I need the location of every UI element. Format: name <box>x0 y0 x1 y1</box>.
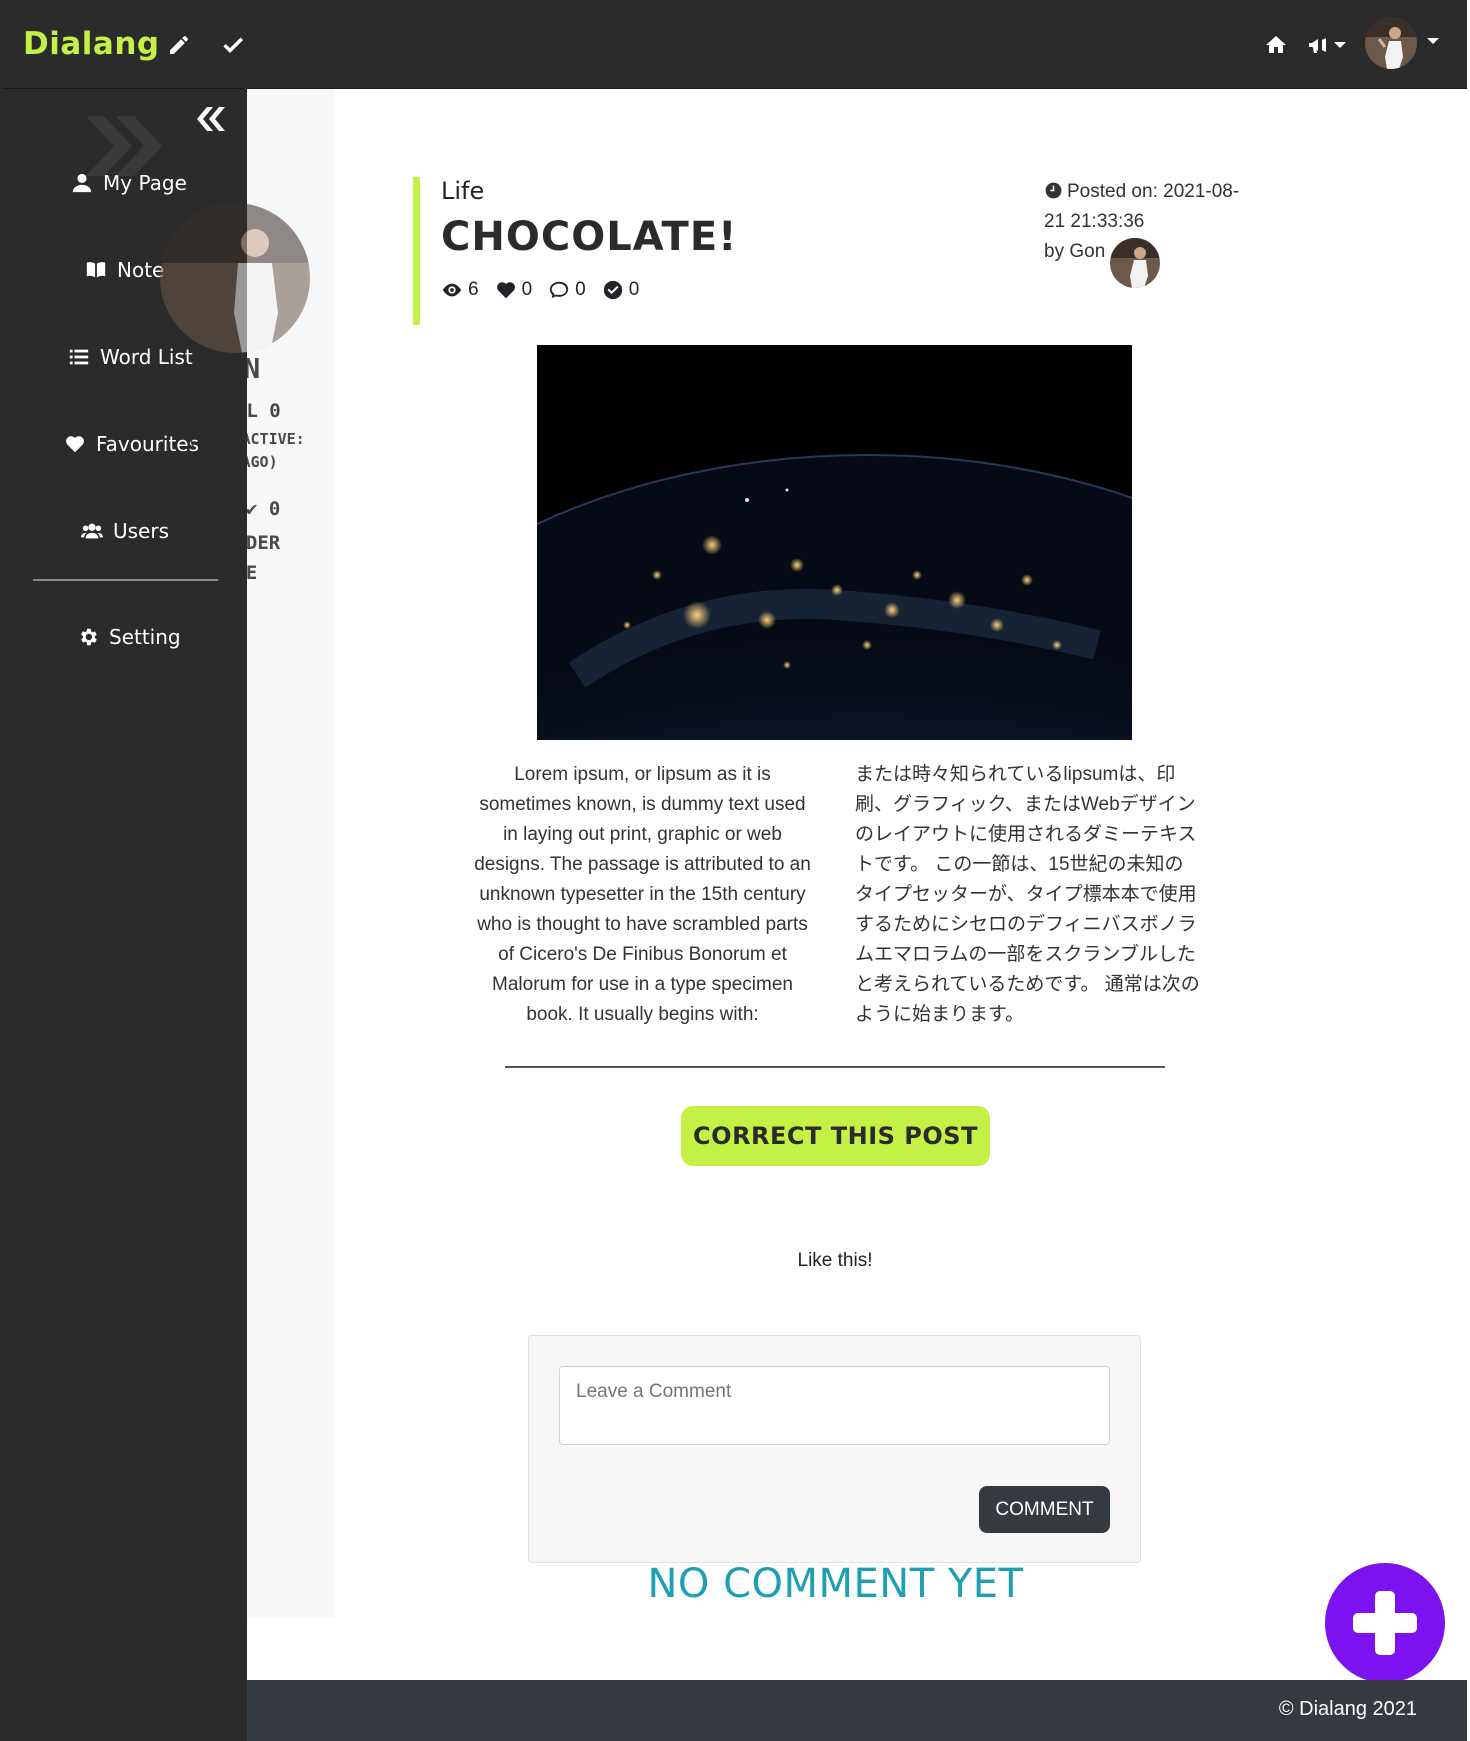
sidebar-item-favourites[interactable]: Favourites <box>64 432 199 456</box>
list-icon <box>69 349 89 365</box>
comment-input[interactable] <box>559 1366 1110 1445</box>
footer-copyright: © Dialang 2021 <box>1278 1698 1417 1720</box>
profile-correction-count: ✔ 0 <box>246 498 281 520</box>
comment-icon <box>549 281 569 299</box>
comment-button[interactable]: COMMENT <box>979 1486 1110 1533</box>
add-post-button[interactable] <box>1325 1563 1445 1683</box>
post-accent-bar <box>413 177 420 325</box>
profile-calendar: CALENDER HERE <box>188 532 281 584</box>
sidebar-item-label: Setting <box>109 625 181 649</box>
sidebar-item-note[interactable]: Note <box>85 258 164 282</box>
no-comment-message: NO COMMENT YET <box>647 1561 1024 1607</box>
comment-card: COMMENT <box>528 1335 1141 1563</box>
comments-stat: 0 <box>548 279 586 301</box>
gear-icon <box>81 628 97 646</box>
book-icon <box>86 262 106 278</box>
heart-icon <box>496 282 515 299</box>
sidebar-item-setting[interactable]: Setting <box>77 625 181 649</box>
sidebar-item-word-list[interactable]: Word List <box>68 345 193 369</box>
post-stats: 6 0 0 0 <box>441 279 639 301</box>
megaphone-icon[interactable] <box>1305 32 1331 58</box>
post-body-english: Lorem ipsum, or lipsum as it is sometime… <box>474 764 811 1025</box>
profile-post-count: ✎ 4 <box>182 498 217 520</box>
author-avatar[interactable] <box>1110 238 1160 288</box>
check-circle-icon <box>603 280 622 300</box>
users-icon <box>81 523 103 539</box>
profile-level: ★LEVEL 0 <box>189 400 281 422</box>
clock-icon <box>1044 180 1063 199</box>
collapse-sidebar-icon[interactable] <box>191 103 231 137</box>
likes-stat[interactable]: 0 <box>495 279 532 301</box>
sidebar-item-label: Note <box>117 258 165 282</box>
expand-chevron-icon <box>80 110 166 187</box>
correct-post-button[interactable]: CORRECT THIS POST <box>681 1106 990 1166</box>
eye-icon <box>442 283 462 297</box>
chevron-down-icon[interactable] <box>1334 42 1346 48</box>
post-category[interactable]: Life <box>441 177 484 205</box>
footer: © Dialang 2021 <box>247 1680 1467 1741</box>
plus-icon <box>1353 1591 1417 1655</box>
like-link[interactable]: Like this! <box>735 1250 935 1272</box>
top-navbar: Dialang <box>3 0 1467 89</box>
sidebar-item-label: Word List <box>100 345 193 369</box>
heart-icon <box>66 436 84 453</box>
corrections-stat: 0 <box>602 279 639 301</box>
sidebar-item-label: Users <box>113 519 170 543</box>
check-icon[interactable] <box>220 32 246 58</box>
chevron-down-icon[interactable] <box>1427 38 1439 44</box>
section-divider <box>505 1066 1165 1068</box>
profile-last-active: (LAST ACTIVE: 3H AGO) <box>187 430 305 471</box>
profile-avatar <box>160 203 310 353</box>
posted-on: Posted on: 2021-08-21 21:33:36 <box>1044 180 1240 232</box>
sidebar-item-users[interactable]: Users <box>81 519 169 543</box>
brand-logo[interactable]: Dialang <box>23 26 160 62</box>
pencil-icon[interactable] <box>166 32 192 58</box>
post-image <box>537 345 1132 740</box>
home-icon[interactable] <box>1263 32 1289 58</box>
avatar[interactable] <box>1365 17 1417 69</box>
profile-name: GON <box>209 352 261 385</box>
views-stat: 6 <box>441 279 479 301</box>
post-title: CHOCOLATE! <box>441 214 738 260</box>
post-body-japanese: または時々知られているlipsumは、印刷、グラフィック、またはWebデザインの… <box>855 764 1200 1025</box>
